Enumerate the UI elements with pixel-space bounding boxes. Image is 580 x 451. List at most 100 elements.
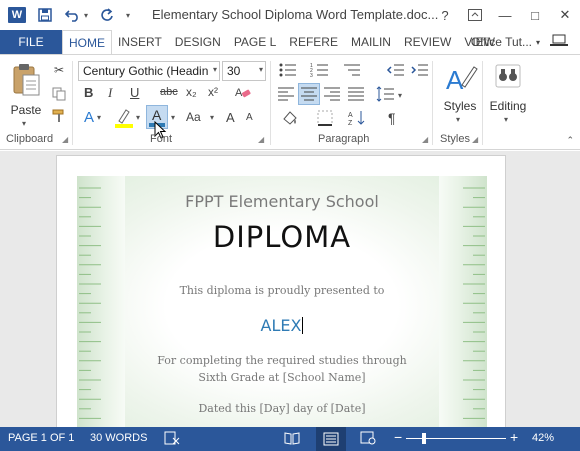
styles-group-label: Styles	[440, 133, 470, 145]
styles-button-label: Styles	[443, 99, 477, 113]
word-logo-icon[interactable]: W	[8, 7, 26, 23]
customize-qat-icon[interactable]: ▾	[126, 11, 130, 20]
paste-icon	[13, 64, 40, 96]
diploma-heading: DIPLOMA	[212, 220, 352, 254]
cut-icon[interactable]: ✂	[50, 61, 68, 79]
tab-insert[interactable]: INSERT	[112, 30, 169, 54]
paste-dropdown-icon: ▾	[22, 119, 27, 128]
show-formatting-marks-button[interactable]: ¶	[388, 110, 396, 126]
word-window: W ▾ ▾ Elementary School Diploma Word Tem…	[0, 0, 580, 451]
line-spacing-icon[interactable]	[376, 85, 396, 103]
bullets-icon[interactable]	[278, 61, 298, 79]
tab-review[interactable]: REVIEW	[398, 30, 459, 54]
format-painter-icon[interactable]	[50, 107, 68, 125]
right-ruler-border	[439, 176, 487, 427]
italic-button[interactable]: I	[108, 85, 112, 101]
zoom-slider-thumb[interactable]	[421, 433, 426, 444]
align-right-icon[interactable]	[322, 85, 342, 103]
undo-icon[interactable]	[64, 6, 82, 24]
svg-text:3: 3	[310, 73, 313, 79]
tab-file[interactable]: FILE	[0, 30, 62, 54]
tab-home[interactable]: HOME	[62, 30, 112, 54]
recipient-name-line[interactable]: ALEX	[77, 316, 487, 335]
clipboard-group-label: Clipboard	[6, 133, 54, 145]
document-page[interactable]: FPPT Elementary School DIPLOMA This dipl…	[56, 155, 506, 427]
sort-icon[interactable]: AZ	[348, 109, 368, 127]
change-case-button[interactable]: Aa	[186, 110, 201, 124]
clear-formatting-icon[interactable]: A	[234, 83, 252, 101]
print-layout-icon[interactable]	[316, 427, 346, 451]
superscript-button[interactable]: x²	[208, 85, 218, 99]
copy-icon[interactable]	[50, 85, 68, 103]
font-color-dropdown-icon[interactable]: ▾	[171, 113, 175, 122]
font-size-value: 30	[227, 64, 241, 78]
increase-indent-icon[interactable]	[410, 61, 430, 79]
school-name: FPPT Elementary School	[185, 192, 379, 211]
laptop-icon[interactable]	[550, 34, 568, 48]
ribbon-tabs: FILE HOME INSERT DESIGN PAGE L REFERE MA…	[0, 30, 580, 54]
bold-button[interactable]: B	[84, 85, 93, 100]
left-ruler-border	[77, 176, 125, 427]
underline-button[interactable]: U	[130, 85, 139, 100]
editing-button-label: Editing	[489, 99, 527, 113]
read-mode-icon[interactable]	[284, 431, 300, 448]
text-effects-button[interactable]: A	[84, 109, 94, 126]
zoom-level[interactable]: 42%	[532, 432, 554, 444]
close-button[interactable]: ✕	[550, 0, 580, 30]
paragraph-launcher-icon[interactable]: ◢	[422, 135, 428, 144]
window-controls: ? — □ ✕	[430, 0, 580, 30]
undo-dropdown-icon[interactable]: ▾	[84, 11, 88, 20]
grow-font-button[interactable]: A	[226, 110, 235, 125]
diploma-certificate: FPPT Elementary School DIPLOMA This dipl…	[77, 176, 487, 427]
zoom-out-button[interactable]: −	[394, 429, 402, 445]
help-button[interactable]: ?	[430, 0, 460, 30]
align-left-icon[interactable]	[276, 85, 296, 103]
tab-page-layout[interactable]: PAGE L	[228, 30, 284, 54]
ribbon-display-options-icon[interactable]	[460, 0, 490, 30]
multilevel-list-icon[interactable]	[342, 61, 362, 79]
word-count[interactable]: 30 WORDS	[90, 432, 147, 444]
collapse-ribbon-icon[interactable]: ⌃	[566, 135, 574, 146]
change-case-dropdown-icon[interactable]: ▾	[210, 113, 214, 122]
proofing-icon[interactable]	[164, 430, 180, 449]
save-icon[interactable]	[36, 6, 54, 24]
account-menu[interactable]: Office Tut... ▾	[471, 30, 540, 54]
account-name: Office Tut...	[470, 35, 532, 49]
highlighter-icon	[115, 109, 133, 128]
styles-icon: A	[446, 65, 478, 95]
tab-references[interactable]: REFERE	[283, 30, 345, 54]
font-size-box[interactable]: 30 ▾	[222, 61, 266, 81]
ribbon-separator	[270, 61, 271, 145]
subscript-button[interactable]: x₂	[186, 85, 197, 99]
shading-icon[interactable]	[280, 109, 300, 127]
align-center-icon[interactable]	[298, 83, 320, 105]
web-layout-icon[interactable]	[360, 431, 376, 448]
font-name-box[interactable]: Century Gothic (Headin ▾	[78, 61, 220, 81]
tab-mailings[interactable]: MAILIN	[345, 30, 398, 54]
paste-button[interactable]: Paste ▾	[8, 61, 44, 129]
numbering-icon[interactable]: 123	[310, 61, 330, 79]
styles-launcher-icon[interactable]: ◢	[472, 135, 478, 144]
line-spacing-dropdown-icon[interactable]: ▾	[398, 91, 402, 100]
restore-button[interactable]: □	[520, 0, 550, 30]
zoom-slider[interactable]	[406, 433, 506, 444]
redo-icon[interactable]	[98, 6, 116, 24]
page-count[interactable]: PAGE 1 OF 1	[8, 432, 74, 444]
clipboard-launcher-icon[interactable]: ◢	[62, 135, 68, 144]
document-area[interactable]: FPPT Elementary School DIPLOMA This dipl…	[0, 151, 580, 427]
strikethrough-button[interactable]: abc	[160, 86, 178, 98]
borders-icon[interactable]	[316, 109, 336, 127]
shrink-font-button[interactable]: A	[246, 112, 253, 123]
text-effects-dropdown-icon[interactable]: ▾	[97, 113, 101, 122]
highlight-button[interactable]	[114, 107, 134, 129]
minimize-button[interactable]: —	[490, 0, 520, 30]
font-launcher-icon[interactable]: ◢	[258, 135, 264, 144]
justify-icon[interactable]	[346, 85, 366, 103]
styles-button[interactable]: A Styles ▾	[440, 61, 480, 131]
tab-design[interactable]: DESIGN	[169, 30, 228, 54]
highlight-dropdown-icon[interactable]: ▾	[136, 113, 140, 122]
paragraph-group-label: Paragraph	[318, 133, 370, 145]
zoom-in-button[interactable]: +	[510, 429, 518, 445]
decrease-indent-icon[interactable]	[386, 61, 406, 79]
editing-button[interactable]: Editing ▾	[486, 61, 530, 131]
